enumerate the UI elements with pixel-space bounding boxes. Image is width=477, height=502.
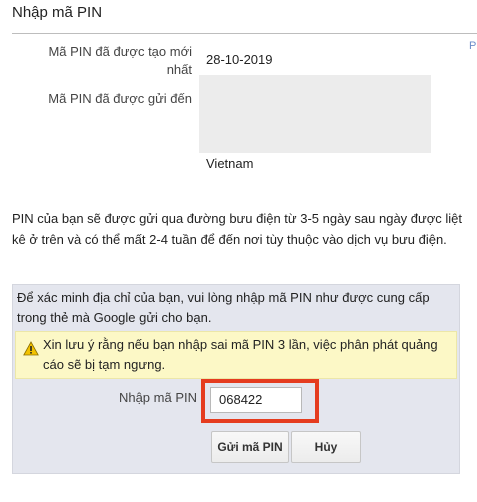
clipped-link-fragment[interactable]: P	[469, 40, 476, 52]
warning-icon	[23, 341, 39, 356]
pin-input-label: Nhập mã PIN	[118, 390, 197, 405]
warning-box: Xin lưu ý rằng nếu bạn nhập sai mã PIN 3…	[15, 331, 457, 379]
delivery-info-text: PIN của bạn sẽ được gửi qua đường bưu đi…	[12, 211, 462, 247]
redacted-address	[199, 75, 431, 153]
created-date-label: Mã PIN đã được tạo mới nhất	[48, 44, 192, 77]
created-date-value: 28-10-2019	[206, 52, 273, 67]
panel-intro-text: Để xác minh địa chỉ của bạn, vui lòng nh…	[17, 290, 430, 325]
title-divider	[12, 33, 477, 34]
page-title: Nhập mã PIN	[12, 4, 103, 21]
submit-pin-button[interactable]: Gửi mã PIN	[211, 431, 289, 463]
sent-to-label: Mã PIN đã được gửi đến	[48, 91, 192, 106]
pin-input[interactable]: 068422	[210, 387, 302, 413]
pin-entry-panel: Để xác minh địa chỉ của bạn, vui lòng nh…	[12, 284, 460, 474]
pin-entry-page: Nhập mã PIN P Mã PIN đã được tạo mới nhấ…	[0, 0, 477, 502]
cancel-button[interactable]: Hủy	[291, 431, 361, 463]
sent-to-country: Vietnam	[206, 156, 254, 171]
warning-text: Xin lưu ý rằng nếu bạn nhập sai mã PIN 3…	[43, 337, 438, 372]
